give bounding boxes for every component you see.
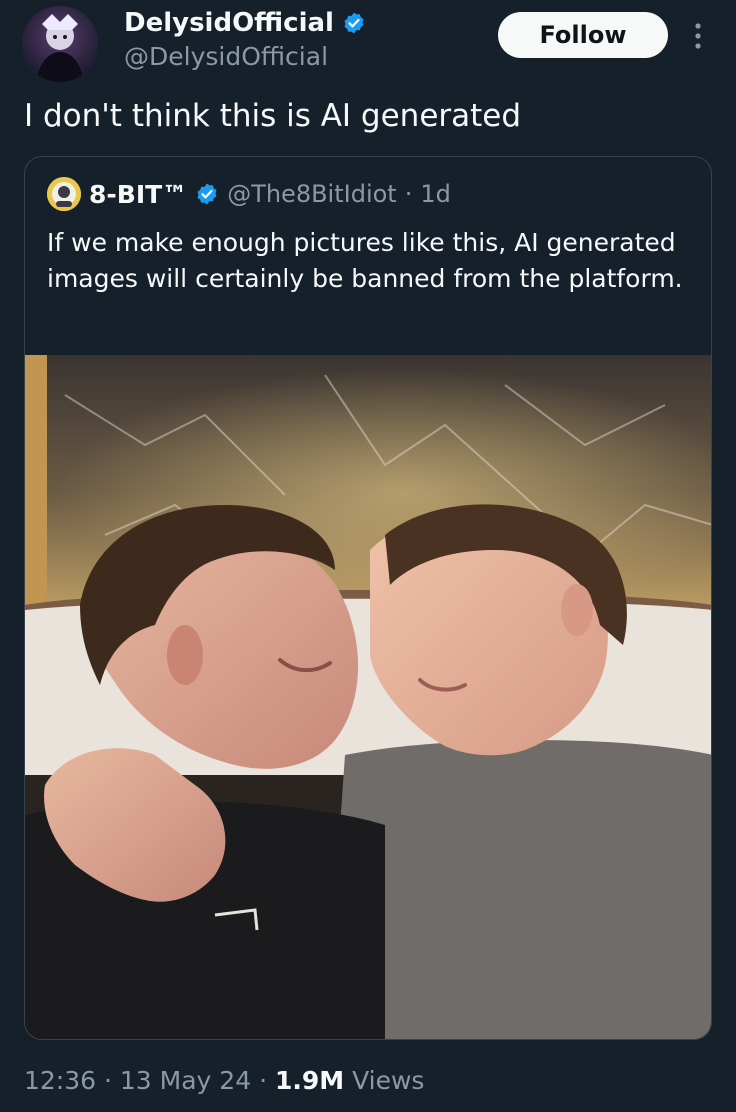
author-handle[interactable]: @DelysidOfficial	[124, 42, 328, 71]
tweet-text: I don't think this is AI generated	[24, 98, 522, 134]
author-name-row: DelysidOfficial	[124, 8, 366, 38]
tweet-time[interactable]: 12:36	[24, 1066, 96, 1095]
views-label: Views	[352, 1066, 425, 1095]
quoted-separator: ·	[404, 180, 413, 208]
quoted-author-handle[interactable]: @The8BitIdiot	[227, 180, 397, 208]
quoted-tweet-image[interactable]	[25, 355, 712, 1040]
follow-button[interactable]: Follow	[498, 12, 668, 58]
tweet-header: DelysidOfficial @DelysidOfficial Follow	[0, 0, 736, 90]
tweet-date[interactable]: 13 May 24	[120, 1066, 251, 1095]
views-count[interactable]: 1.9M	[275, 1066, 344, 1095]
author-avatar[interactable]	[22, 6, 98, 82]
tweet-meta: 12:36 · 13 May 24 · 1.9M Views	[24, 1066, 424, 1095]
meta-separator: ·	[259, 1066, 268, 1095]
quoted-tweet-header: 8-BIT™ @The8BitIdiot · 1d	[47, 177, 451, 211]
quoted-tweet-text: If we make enough pictures like this, AI…	[47, 228, 683, 293]
verified-badge-icon	[197, 183, 217, 205]
more-options-icon[interactable]	[688, 18, 708, 54]
verified-badge-icon	[344, 12, 364, 34]
quoted-tweet-card[interactable]: 8-BIT™ @The8BitIdiot · 1d If we make eno…	[24, 156, 712, 1040]
author-display-name[interactable]: DelysidOfficial	[124, 8, 334, 38]
quoted-time-ago[interactable]: 1d	[420, 180, 451, 208]
quoted-author-name[interactable]: 8-BIT™	[89, 180, 187, 209]
quoted-author-avatar[interactable]	[47, 177, 81, 211]
meta-separator: ·	[104, 1066, 112, 1095]
